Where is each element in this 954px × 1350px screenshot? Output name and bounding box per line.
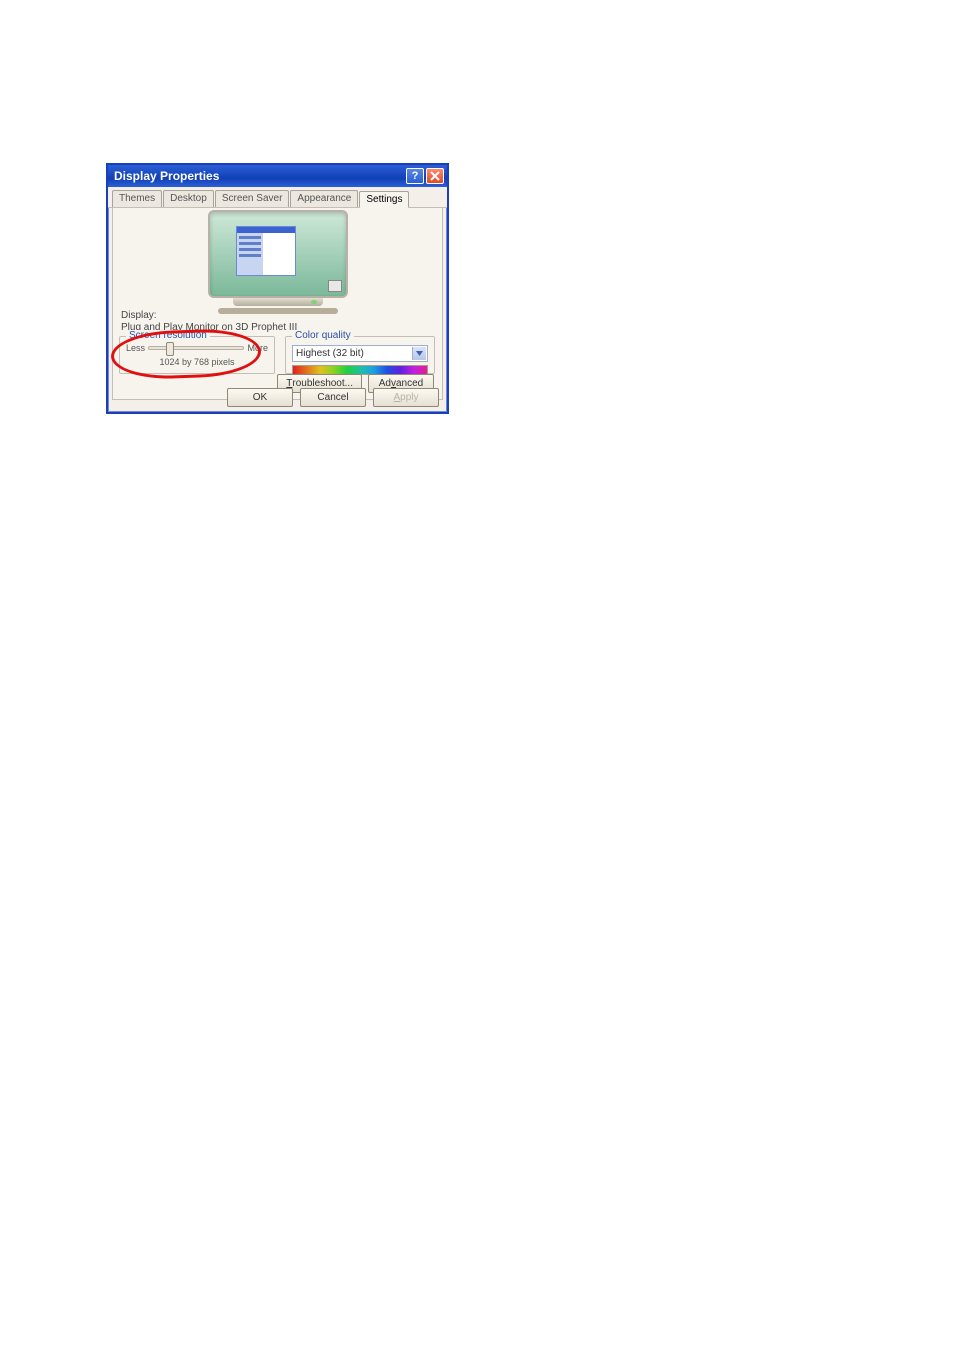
tab-appearance[interactable]: Appearance [290,190,358,207]
resolution-slider[interactable] [148,346,244,350]
tab-desktop[interactable]: Desktop [163,190,214,207]
monitor-base-icon [233,298,323,306]
dialog-footer-buttons: OK Cancel Apply [227,388,439,407]
ok-button[interactable]: OK [227,388,293,407]
screen-resolution-legend: Screen resolution [126,330,210,341]
color-quality-select[interactable]: Highest (32 bit) [292,345,428,362]
help-button[interactable]: ? [406,168,424,184]
slider-more-label: More [247,343,268,353]
resolution-value: 1024 by 768 pixels [126,357,268,367]
monitor-screen-icon [208,210,348,298]
close-button[interactable] [426,168,444,184]
resolution-slider-thumb[interactable] [166,342,174,356]
display-properties-dialog: Display Properties ? Themes Desktop Scre… [106,163,449,414]
slider-less-label: Less [126,343,145,353]
settings-panel: Display: Plug and Play Monitor on 3D Pro… [112,208,443,400]
display-label: Display: [121,310,157,321]
preview-dialog-icon [328,280,342,292]
close-icon [430,171,440,181]
tab-screen-saver[interactable]: Screen Saver [215,190,290,207]
color-quality-group: Color quality Highest (32 bit) [285,336,435,374]
color-quality-legend: Color quality [292,330,354,341]
color-quality-selected: Highest (32 bit) [296,348,364,359]
monitor-stand-icon [218,308,338,314]
apply-button[interactable]: Apply [373,388,439,407]
screen-resolution-group: Screen resolution Less More 1024 by 768 … [119,336,275,374]
cancel-button[interactable]: Cancel [300,388,366,407]
tab-settings[interactable]: Settings [359,191,409,208]
titlebar[interactable]: Display Properties ? [108,165,447,187]
tab-themes[interactable]: Themes [112,190,162,207]
monitor-preview [198,210,358,314]
preview-window-icon [236,226,296,276]
dropdown-arrow-icon[interactable] [412,347,426,360]
tabstrip: Themes Desktop Screen Saver Appearance S… [108,187,447,208]
window-title: Display Properties [114,169,404,183]
